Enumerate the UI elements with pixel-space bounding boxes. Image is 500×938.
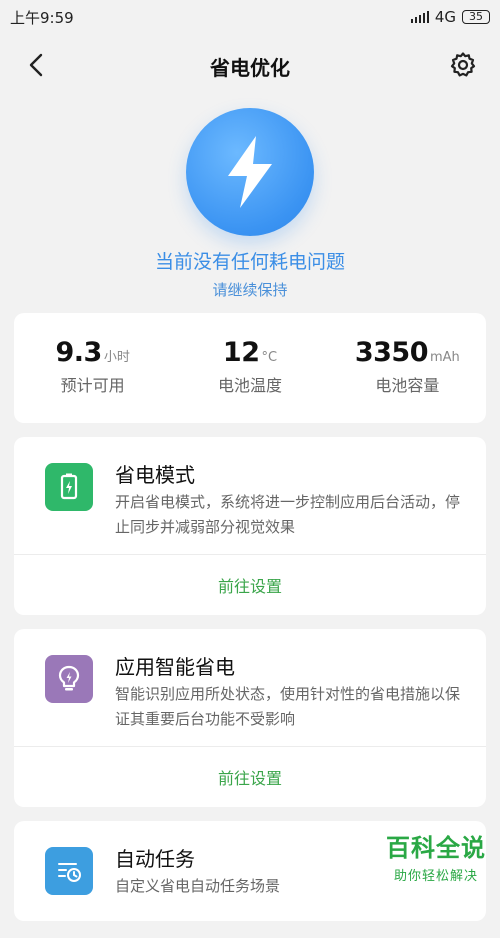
stat-estimated-time: 9.3 小时 预计可用 xyxy=(14,313,171,423)
watermark-main: 百科全说 xyxy=(386,834,486,862)
nav-bar: 省电优化 xyxy=(0,38,500,94)
watermark-sub: 助你轻松解决 xyxy=(393,869,478,884)
feature-description: 智能识别应用所处状态，使用针对性的省电措施以保证其重要后台功能不受影响 xyxy=(115,685,461,728)
lightbulb-icon xyxy=(45,655,93,703)
smart-app-saving-card: 应用智能省电 智能识别应用所处状态，使用针对性的省电措施以保证其重要后台功能不受… xyxy=(14,629,486,807)
stat-value: 9.3 xyxy=(55,337,102,368)
feature-title: 应用智能省电 xyxy=(115,655,235,679)
lightning-bolt-icon xyxy=(228,136,272,208)
stat-label: 电池容量 xyxy=(375,376,440,395)
signal-icon xyxy=(410,11,429,23)
network-type: 4G xyxy=(434,8,456,26)
feature-title: 自动任务 xyxy=(115,847,195,871)
stat-value: 12 xyxy=(222,337,260,368)
power-status-badge xyxy=(186,108,314,236)
status-message: 当前没有任何耗电问题 xyxy=(154,251,345,273)
battery-icon: 35 xyxy=(462,10,490,24)
status-bar: 上午9:59 4G 35 xyxy=(0,0,500,34)
feature-header: 应用智能省电 智能识别应用所处状态，使用针对性的省电措施以保证其重要后台功能不受… xyxy=(14,629,486,746)
stat-unit: °C xyxy=(261,350,278,365)
stat-label: 电池温度 xyxy=(217,376,282,395)
back-button[interactable] xyxy=(22,50,52,80)
stat-unit: 小时 xyxy=(103,350,130,365)
page-title: 省电优化 xyxy=(210,55,290,80)
feature-header: 省电模式 开启省电模式，系统将进一步控制应用后台活动，停止同步并减弱部分视觉效果 xyxy=(14,437,486,554)
stat-capacity: 3350 mAh 电池容量 xyxy=(329,313,486,423)
stat-value: 3350 xyxy=(354,337,429,368)
watermark-logo: 百科全说 助你轻松解决 xyxy=(386,828,486,884)
stat-unit: mAh xyxy=(430,350,460,365)
power-saving-mode-card: 省电模式 开启省电模式，系统将进一步控制应用后台活动，停止同步并减弱部分视觉效果… xyxy=(14,437,486,615)
stat-temperature: 12 °C 电池温度 xyxy=(171,313,328,423)
gear-icon xyxy=(450,52,476,77)
go-to-settings-link[interactable]: 前往设置 xyxy=(14,747,486,807)
feature-title: 省电模式 xyxy=(115,463,195,487)
battery-charge-icon xyxy=(45,463,93,511)
stat-label: 预计可用 xyxy=(60,376,125,395)
status-indicators: 4G 35 xyxy=(410,8,490,26)
go-to-settings-link[interactable]: 前往设置 xyxy=(14,555,486,615)
feature-description: 开启省电模式，系统将进一步控制应用后台活动，停止同步并减弱部分视觉效果 xyxy=(115,493,461,536)
battery-stats-card: 9.3 小时 预计可用 12 °C 电池温度 3350 mAh 电池容量 xyxy=(14,313,486,423)
status-time: 上午9:59 xyxy=(10,8,74,27)
schedule-list-icon xyxy=(45,847,93,895)
settings-button[interactable] xyxy=(448,50,478,80)
status-submessage: 请继续保持 xyxy=(212,281,288,299)
back-chevron-icon xyxy=(29,53,43,77)
